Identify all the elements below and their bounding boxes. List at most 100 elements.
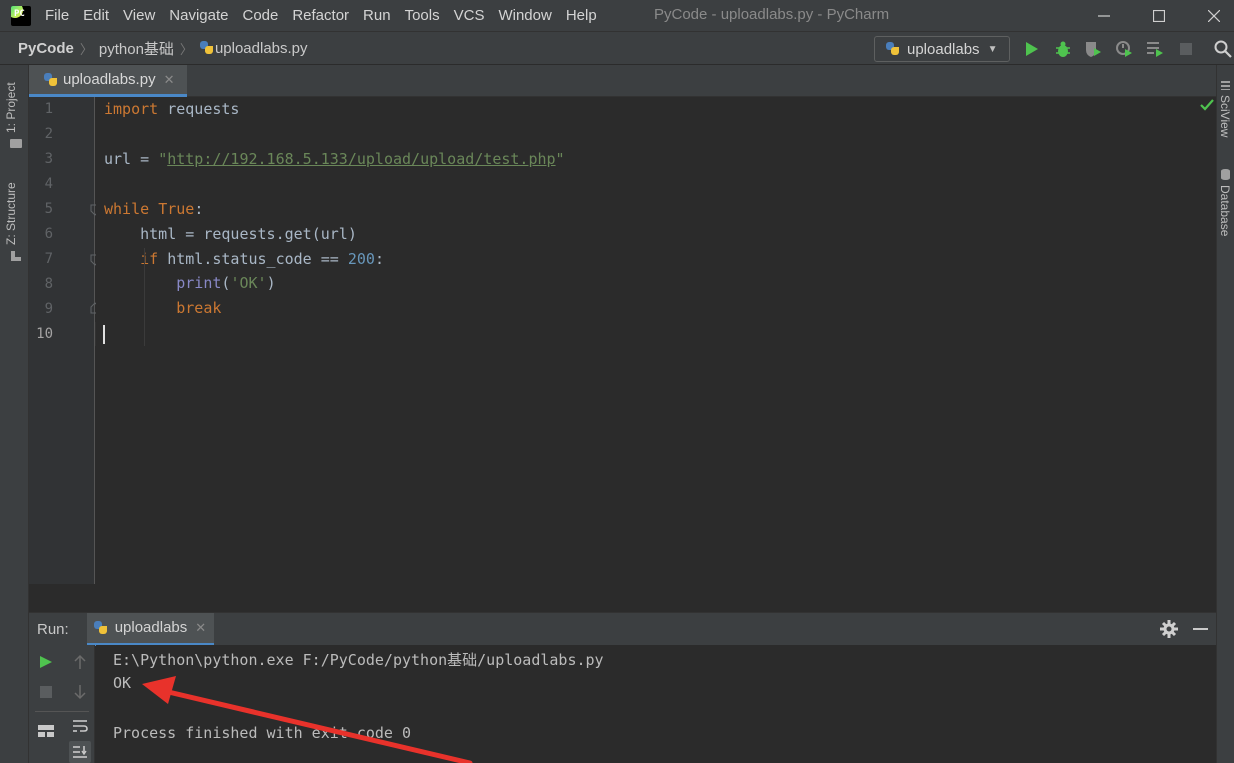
line-number: 4: [44, 176, 53, 192]
database-tool-tab[interactable]: Database: [1218, 185, 1232, 236]
code-editor[interactable]: import requests url = "http://192.168.5.…: [96, 97, 1216, 584]
line-number: 7: [44, 251, 53, 267]
menu-vcs[interactable]: VCS: [454, 7, 485, 24]
run-configuration-label: uploadlabs: [907, 40, 980, 58]
gear-icon[interactable]: [1160, 620, 1178, 638]
close-window-button[interactable]: [1191, 0, 1234, 31]
minimize-panel-icon[interactable]: [1193, 628, 1208, 630]
menu-file[interactable]: File: [45, 7, 69, 24]
menu-view[interactable]: View: [123, 7, 155, 24]
run-toolbar: [29, 645, 95, 763]
editor-tab-uploadlabs[interactable]: uploadlabs.py ✕: [29, 65, 187, 97]
project-tool-tab[interactable]: 1: Project: [4, 82, 18, 133]
editor-bottom-area: [29, 584, 1216, 612]
line-number-current: 10: [36, 326, 53, 342]
menu-code[interactable]: Code: [242, 7, 278, 24]
arrow-down-icon: [74, 685, 86, 700]
code-line-8: print('OK'): [176, 274, 276, 292]
run-panel-header: Run: uploadlabs ✕: [29, 612, 1216, 646]
editor-tab-label: uploadlabs.py: [63, 71, 156, 88]
minimize-button[interactable]: [1081, 0, 1127, 31]
play-icon: [40, 656, 52, 668]
console-line-output: OK: [113, 674, 132, 692]
menu-tools[interactable]: Tools: [405, 7, 440, 24]
menu-navigate[interactable]: Navigate: [169, 7, 228, 24]
sciview-tool-tab[interactable]: SciView: [1218, 95, 1232, 137]
scroll-down-button[interactable]: [69, 681, 91, 703]
text-caret: [103, 325, 105, 344]
code-line-9: break: [176, 299, 222, 317]
structure-icon: [11, 251, 21, 261]
concurrency-button[interactable]: [1144, 38, 1166, 60]
debug-button[interactable]: [1052, 38, 1074, 60]
profile-button[interactable]: [1113, 38, 1135, 60]
profiler-icon: [1116, 41, 1132, 57]
play-icon: [1026, 42, 1038, 56]
soft-wrap-button[interactable]: [69, 715, 91, 737]
run-configuration-dropdown[interactable]: uploadlabs ▼: [874, 36, 1010, 62]
console-line-exit: Process finished with exit code 0: [113, 724, 412, 742]
python-file-icon: [199, 40, 215, 56]
breadcrumb: PyCode 〉 python基础 〉 uploadlabs.py: [18, 38, 308, 59]
pycharm-logo-icon: PC: [11, 5, 31, 26]
line-number: 6: [44, 226, 53, 242]
python-file-icon: [43, 72, 59, 88]
scroll-up-button[interactable]: [69, 651, 91, 673]
close-icon: [1208, 9, 1220, 22]
scroll-to-end-button[interactable]: [69, 741, 91, 763]
arrow-up-icon: [74, 654, 86, 669]
url-link[interactable]: http://192.168.5.133/upload/upload/test.…: [167, 150, 555, 168]
rerun-button[interactable]: [35, 651, 57, 673]
run-button[interactable]: [1021, 38, 1043, 60]
list-play-icon: [1147, 42, 1163, 57]
line-number: 1: [44, 101, 53, 117]
console-line-command: E:\Python\python.exe F:/PyCode/python基础/…: [113, 651, 604, 669]
python-icon: [93, 620, 109, 636]
inspection-ok-icon[interactable]: [1199, 98, 1215, 112]
indent-guide: [144, 248, 145, 346]
navigation-bar: PyCode 〉 python基础 〉 uploadlabs.py: [0, 31, 1234, 65]
menu-help[interactable]: Help: [566, 7, 597, 24]
close-tab-icon[interactable]: ✕: [195, 620, 206, 636]
code-line-3: url = "http://192.168.5.133/upload/uploa…: [104, 150, 565, 168]
breadcrumb-project[interactable]: PyCode: [18, 40, 74, 57]
code-line-1: import requests: [104, 100, 240, 118]
close-tab-icon[interactable]: ✕: [164, 72, 175, 88]
stop-process-button[interactable]: [35, 681, 57, 703]
maximize-icon: [1153, 9, 1165, 22]
wrap-icon: [73, 720, 88, 732]
line-number: 2: [44, 126, 53, 142]
toolbar-divider: [35, 711, 89, 712]
menu-edit[interactable]: Edit: [83, 7, 109, 24]
run-tab-uploadlabs[interactable]: uploadlabs ✕: [86, 612, 215, 646]
run-console[interactable]: E:\Python\python.exe F:/PyCode/python基础/…: [96, 645, 1216, 763]
stop-icon: [1180, 43, 1192, 55]
menu-refactor[interactable]: Refactor: [292, 7, 349, 24]
editor-tab-bar: uploadlabs.py ✕: [29, 65, 1216, 97]
minimize-icon: [1098, 14, 1110, 17]
python-icon: [885, 41, 901, 57]
run-tab-label: uploadlabs: [114, 619, 188, 636]
run-with-coverage-button[interactable]: [1082, 38, 1104, 60]
main-menu: File Edit View Navigate Code Refactor Ru…: [45, 7, 611, 24]
menu-bar: PC File Edit View Navigate Code Refactor…: [0, 0, 1234, 31]
stop-button[interactable]: [1175, 38, 1197, 60]
layout-icon: [38, 725, 54, 737]
editor-gutter: 1 2 3 4 5 6 7 8 9 10: [29, 97, 100, 584]
folder-icon: [10, 139, 22, 148]
code-line-6: html = requests.get(url): [104, 225, 357, 243]
menu-run[interactable]: Run: [363, 7, 391, 24]
layout-button[interactable]: [35, 720, 57, 742]
breadcrumb-file[interactable]: uploadlabs.py: [215, 40, 308, 57]
line-number: 9: [44, 301, 53, 317]
menu-window[interactable]: Window: [498, 7, 551, 24]
search-everywhere-button[interactable]: [1212, 38, 1234, 60]
left-tool-window-strip: 1: Project Z: Structure: [0, 65, 29, 763]
breadcrumb-folder[interactable]: python基础: [99, 38, 174, 59]
code-line-5: while True:: [104, 200, 204, 218]
structure-tool-tab[interactable]: Z: Structure: [4, 182, 18, 245]
breadcrumb-separator-icon: 〉: [179, 41, 193, 57]
line-number: 3: [44, 151, 53, 167]
breadcrumb-separator-icon: 〉: [79, 41, 93, 57]
maximize-button[interactable]: [1136, 0, 1182, 31]
